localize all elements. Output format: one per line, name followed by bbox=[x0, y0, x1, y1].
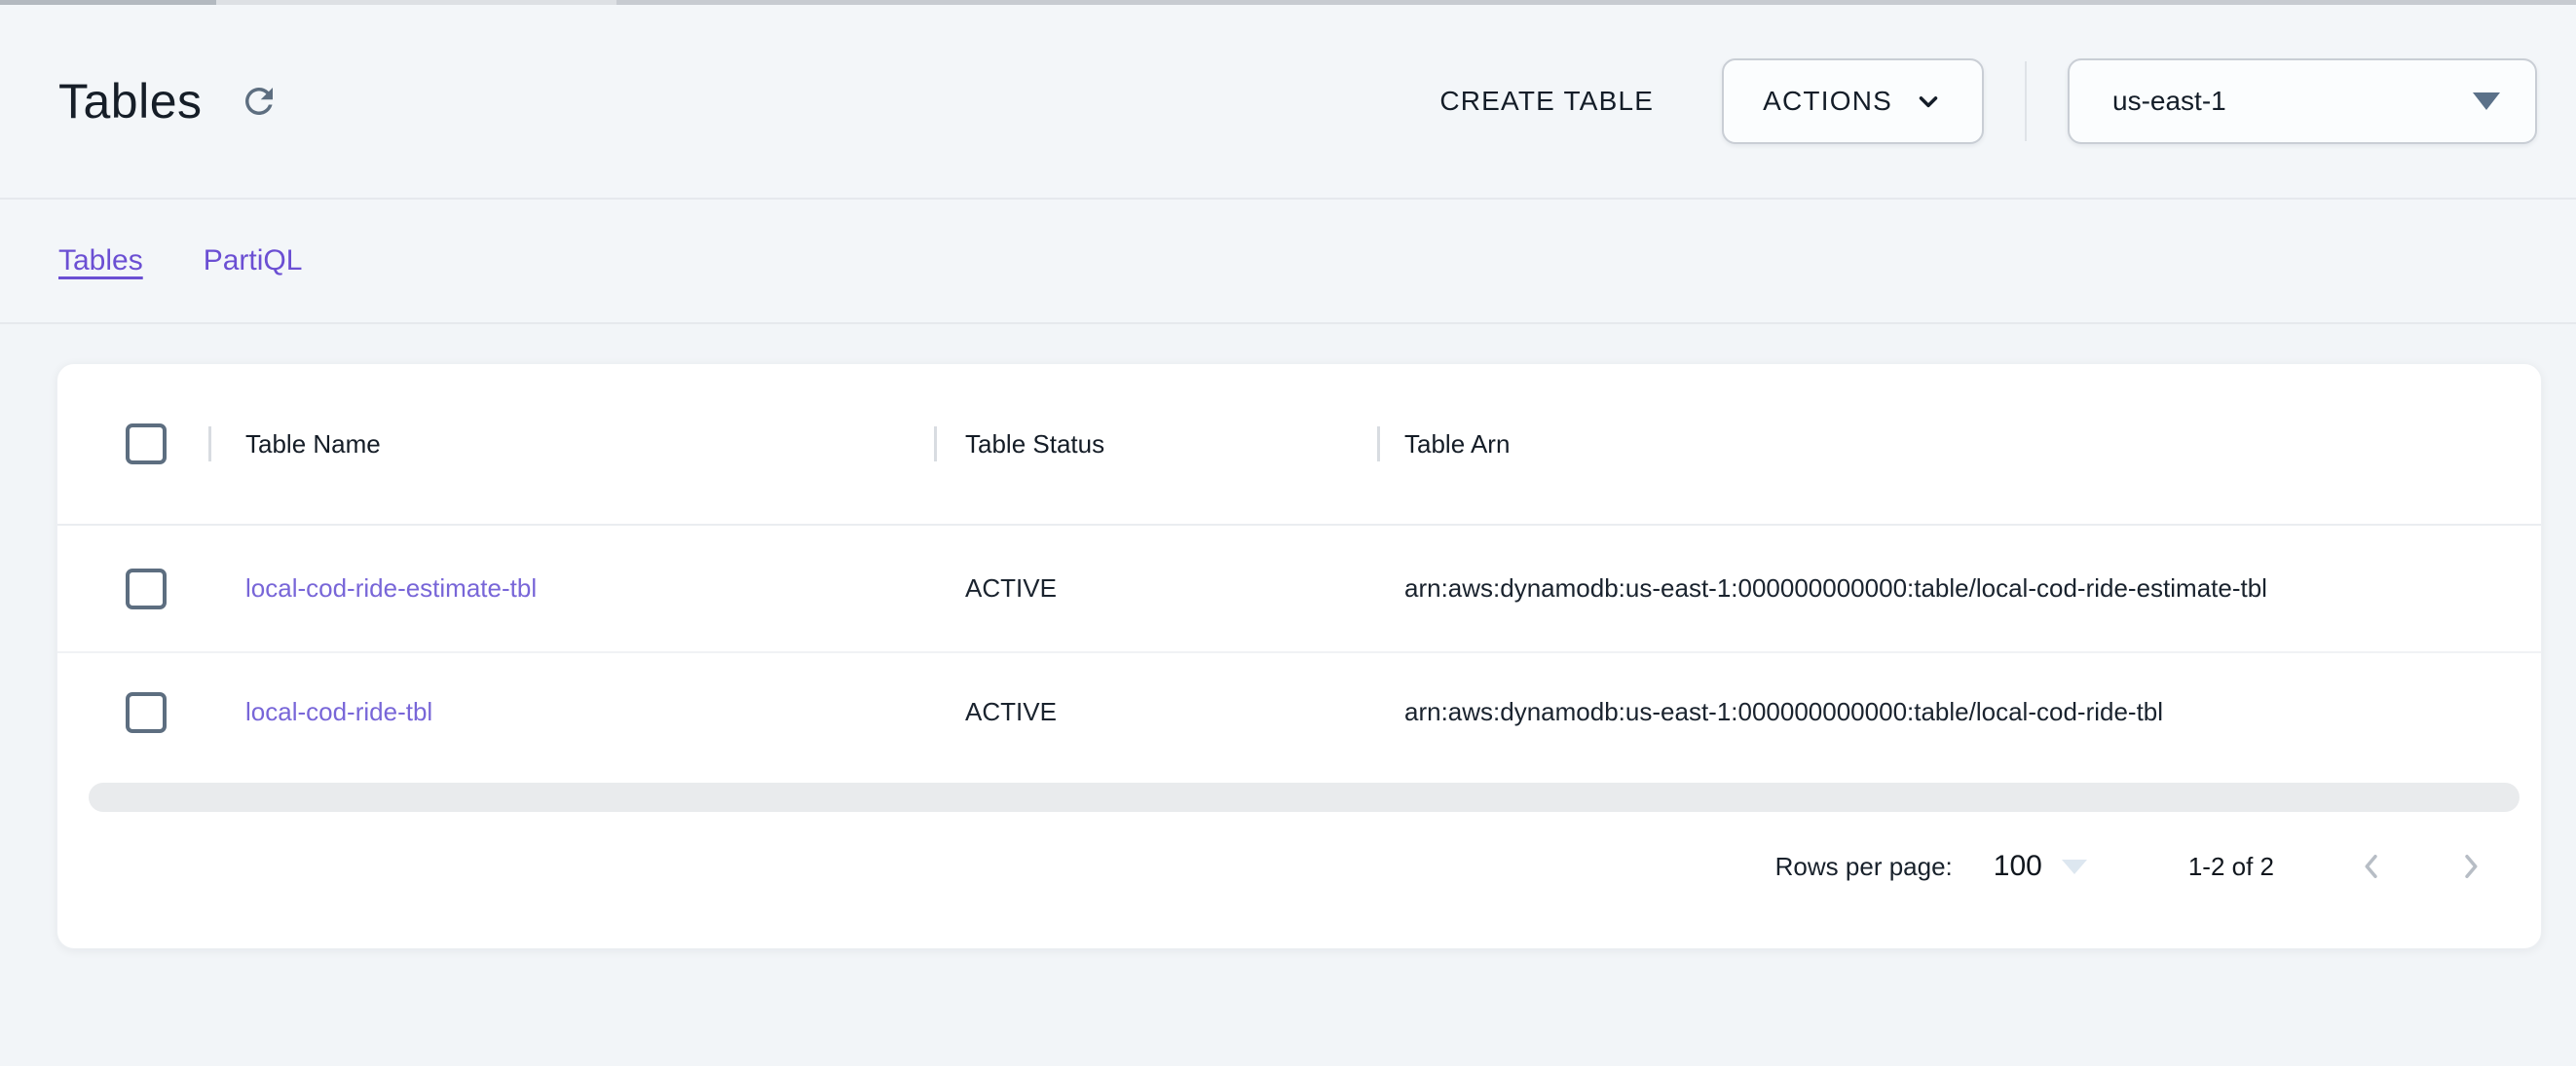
table-header-row: Table Name Table Status Table Arn bbox=[57, 364, 2541, 526]
refresh-icon bbox=[239, 81, 280, 122]
region-select[interactable]: us-east-1 bbox=[2068, 58, 2537, 144]
chevron-right-icon bbox=[2452, 848, 2489, 885]
refresh-button[interactable] bbox=[238, 80, 280, 123]
rows-per-page-arrow-icon[interactable] bbox=[2062, 860, 2087, 874]
pagination-bar: Rows per page: 100 1-2 of 2 bbox=[57, 845, 2541, 888]
actions-button[interactable]: ACTIONS bbox=[1722, 58, 1984, 144]
app-header: Tables CREATE TABLE ACTIONS us-east-1 bbox=[0, 5, 2576, 200]
main-content: Table Name Table Status Table Arn local-… bbox=[0, 324, 2576, 949]
table-name-link[interactable]: local-cod-ride-tbl bbox=[245, 697, 432, 726]
row-checkbox[interactable] bbox=[126, 692, 167, 733]
chrome-strip-segment bbox=[216, 0, 616, 5]
table-name-link[interactable]: local-cod-ride-estimate-tbl bbox=[245, 573, 537, 603]
horizontal-scrollbar[interactable] bbox=[89, 783, 2520, 812]
chevron-left-icon bbox=[2353, 848, 2390, 885]
header-divider bbox=[2025, 61, 2027, 141]
row-checkbox-cell bbox=[57, 569, 208, 609]
create-table-button[interactable]: CREATE TABLE bbox=[1414, 68, 1679, 134]
table-arn-value: arn:aws:dynamodb:us-east-1:000000000000:… bbox=[1404, 573, 2267, 603]
table-status-value: ACTIVE bbox=[965, 573, 1057, 603]
actions-button-label: ACTIONS bbox=[1763, 86, 1892, 117]
column-header-table-status[interactable]: Table Status bbox=[934, 429, 1377, 459]
rows-per-page-select[interactable]: 100 bbox=[1994, 850, 2042, 883]
table-row: local-cod-ride-estimate-tbl ACTIVE arn:a… bbox=[57, 526, 2541, 653]
select-all-checkbox[interactable] bbox=[126, 423, 167, 464]
tab-bar: Tables PartiQL bbox=[0, 200, 2576, 324]
row-checkbox[interactable] bbox=[126, 569, 167, 609]
tab-partiql[interactable]: PartiQL bbox=[204, 244, 303, 277]
header-checkbox-cell bbox=[57, 423, 208, 464]
chrome-strip-segment bbox=[616, 0, 2576, 5]
chrome-strip-segment bbox=[0, 0, 216, 5]
table-status-value: ACTIVE bbox=[965, 697, 1057, 726]
previous-page-button[interactable] bbox=[2350, 845, 2393, 888]
region-select-value: us-east-1 bbox=[2112, 86, 2473, 117]
column-header-table-arn[interactable]: Table Arn bbox=[1377, 429, 2541, 459]
horizontal-scrollbar-area bbox=[57, 771, 2541, 812]
tables-card: Table Name Table Status Table Arn local-… bbox=[56, 363, 2542, 949]
page-title: Tables bbox=[58, 73, 203, 129]
column-header-table-name[interactable]: Table Name bbox=[208, 429, 934, 459]
tab-tables[interactable]: Tables bbox=[58, 244, 143, 277]
chevron-down-icon bbox=[1914, 87, 1943, 116]
table-row: local-cod-ride-tbl ACTIVE arn:aws:dynamo… bbox=[57, 653, 2541, 771]
row-checkbox-cell bbox=[57, 692, 208, 733]
pagination-range-label: 1-2 of 2 bbox=[2188, 852, 2274, 882]
browser-chrome-strip bbox=[0, 0, 2576, 5]
rows-per-page-label: Rows per page: bbox=[1775, 852, 1953, 882]
table-arn-value: arn:aws:dynamodb:us-east-1:000000000000:… bbox=[1404, 697, 2163, 726]
dropdown-arrow-icon bbox=[2473, 92, 2500, 110]
next-page-button[interactable] bbox=[2449, 845, 2492, 888]
